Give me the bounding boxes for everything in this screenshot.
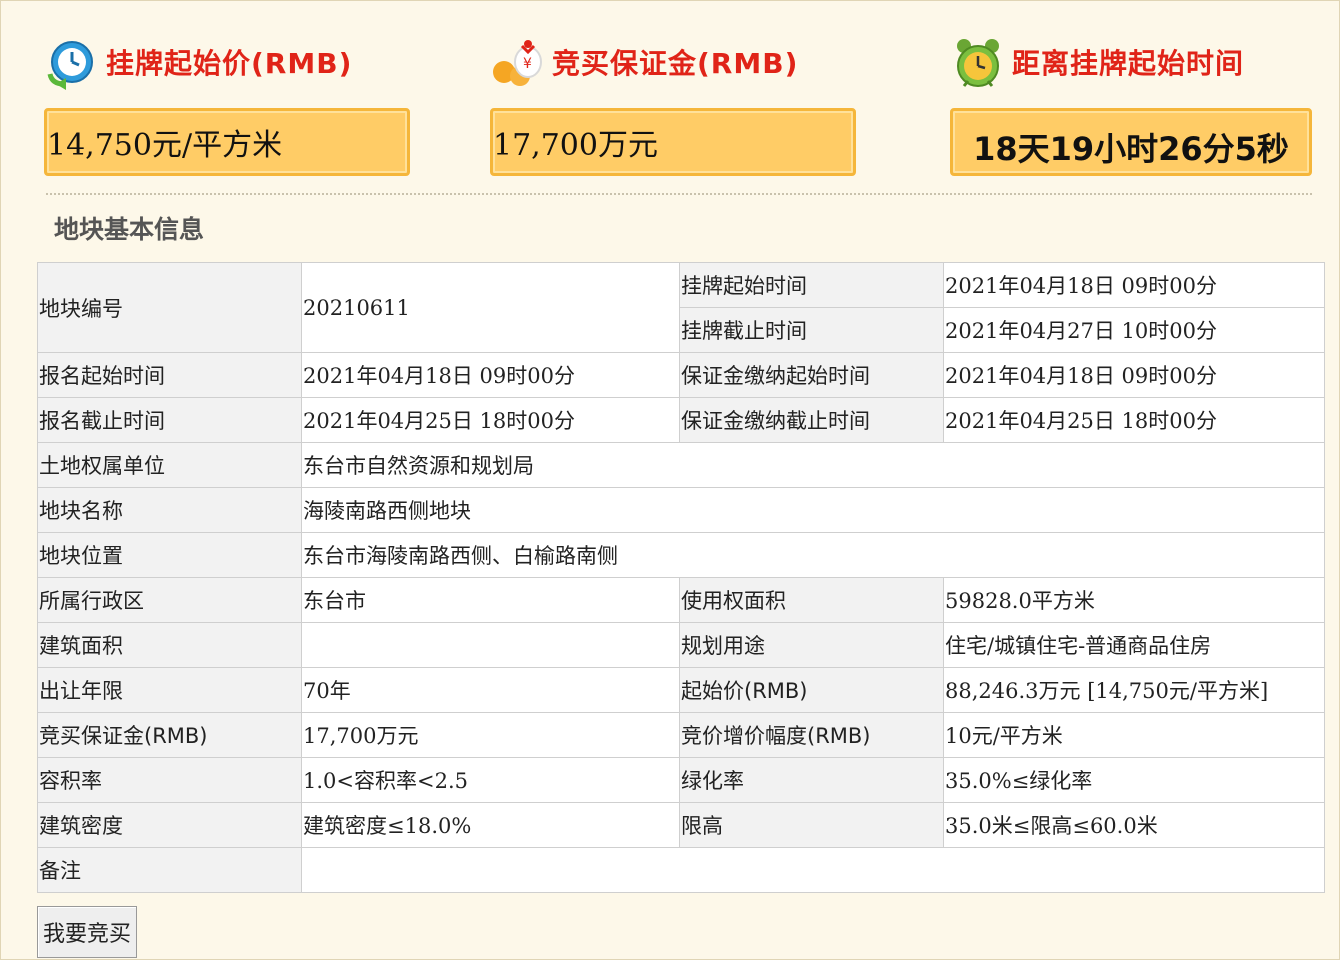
use-area-value: 59828.0平方米 [943, 577, 1325, 623]
start-price-card: 挂牌起始价(RMB) 14,750元/平方米 [44, 30, 410, 176]
district-value: 东台市 [301, 577, 680, 623]
alarm-clock-icon [957, 39, 999, 87]
countdown-card: 距离挂牌起始时间 18天19小时26分5秒 [950, 30, 1312, 176]
district-label: 所属行政区 [37, 577, 302, 623]
remarks-value [301, 847, 1325, 893]
name-value: 海陵南路西侧地块 [301, 487, 1325, 533]
table-row: 备注 [37, 847, 1325, 893]
deposit-row-value: 17,700万元 [301, 712, 680, 758]
far-label: 容积率 [37, 757, 302, 803]
table-row: 容积率 1.0<容积率<2.5 绿化率 35.0%≤绿化率 [37, 757, 1325, 803]
start-price-label: 挂牌起始价(RMB) [106, 47, 353, 80]
reg-end-label: 报名截止时间 [37, 397, 302, 443]
money-bag-icon: ¥ [493, 40, 542, 86]
bid-button[interactable]: 我要竞买 [37, 906, 137, 958]
table-row: 地块名称 海陵南路西侧地块 [37, 487, 1325, 533]
listing-start-label: 挂牌起始时间 [679, 262, 944, 308]
density-label: 建筑密度 [37, 802, 302, 848]
countdown-label: 距离挂牌起始时间 [1012, 47, 1245, 80]
parcel-no-label: 地块编号 [37, 262, 302, 353]
deposit-card: ¥ 竞买保证金(RMB) 17,700万元 [490, 30, 856, 176]
green-value: 35.0%≤绿化率 [943, 757, 1325, 803]
table-row: 所属行政区 东台市 使用权面积 59828.0平方米 [37, 577, 1325, 623]
increment-label: 竞价增价幅度(RMB) [679, 712, 944, 758]
dotted-divider [46, 193, 1312, 195]
reg-start-label: 报名起始时间 [37, 352, 302, 398]
location-label: 地块位置 [37, 532, 302, 578]
deposit-start-label: 保证金缴纳起始时间 [679, 352, 944, 398]
location-value: 东台市海陵南路西侧、白榆路南侧 [301, 532, 1325, 578]
start-price-row-value: 88,246.3万元 [14,750元/平方米] [943, 667, 1325, 713]
section-title: 地块基本信息 [54, 215, 205, 244]
table-row: 地块位置 东台市海陵南路西侧、白榆路南侧 [37, 532, 1325, 578]
green-label: 绿化率 [679, 757, 944, 803]
reg-end-value: 2021年04月25日 18时00分 [301, 397, 680, 443]
name-label: 地块名称 [37, 487, 302, 533]
table-row: 报名起始时间 2021年04月18日 09时00分 保证金缴纳起始时间 2021… [37, 352, 1325, 398]
countdown-value: 18天19小时26分5秒 [950, 108, 1312, 176]
table-row: 建筑面积 规划用途 住宅/城镇住宅-普通商品住房 [37, 622, 1325, 668]
deposit-row-label: 竞买保证金(RMB) [37, 712, 302, 758]
deposit-label: 竞买保证金(RMB) [552, 47, 799, 80]
build-area-label: 建筑面积 [37, 622, 302, 668]
far-value: 1.0<容积率<2.5 [301, 757, 680, 803]
parcel-info-table: 地块编号 20210611 挂牌起始时间 2021年04月18日 09时00分 … [37, 262, 1325, 893]
parcel-no-value: 20210611 [301, 262, 680, 353]
term-value: 70年 [301, 667, 680, 713]
listing-start-value: 2021年04月18日 09时00分 [943, 262, 1325, 308]
table-row: 土地权属单位 东台市自然资源和规划局 [37, 442, 1325, 488]
deposit-value: 17,700万元 [490, 108, 856, 176]
clock-refresh-icon [47, 41, 93, 90]
table-row: 报名截止时间 2021年04月25日 18时00分 保证金缴纳截止时间 2021… [37, 397, 1325, 443]
start-price-row-label: 起始价(RMB) [679, 667, 944, 713]
remarks-label: 备注 [37, 847, 302, 893]
height-label: 限高 [679, 802, 944, 848]
listing-end-value: 2021年04月27日 10时00分 [943, 307, 1325, 353]
height-value: 35.0米≤限高≤60.0米 [943, 802, 1325, 848]
table-row: 建筑密度 建筑密度≤18.0% 限高 35.0米≤限高≤60.0米 [37, 802, 1325, 848]
summary-panel: 挂牌起始价(RMB) 14,750元/平方米 ¥ 竞买保证金(RMB) 17,7… [0, 0, 1340, 200]
increment-value: 10元/平方米 [943, 712, 1325, 758]
table-row: 出让年限 70年 起始价(RMB) 88,246.3万元 [14,750元/平方… [37, 667, 1325, 713]
owner-label: 土地权属单位 [37, 442, 302, 488]
use-area-label: 使用权面积 [679, 577, 944, 623]
deposit-end-value: 2021年04月25日 18时00分 [943, 397, 1325, 443]
listing-end-label: 挂牌截止时间 [679, 307, 944, 353]
start-price-value: 14,750元/平方米 [44, 108, 410, 176]
planned-use-value: 住宅/城镇住宅-普通商品住房 [943, 622, 1325, 668]
table-row: 地块编号 20210611 挂牌起始时间 2021年04月18日 09时00分 [37, 262, 1325, 353]
svg-text:¥: ¥ [523, 56, 532, 72]
table-row: 竞买保证金(RMB) 17,700万元 竞价增价幅度(RMB) 10元/平方米 [37, 712, 1325, 758]
term-label: 出让年限 [37, 667, 302, 713]
planned-use-label: 规划用途 [679, 622, 944, 668]
owner-value: 东台市自然资源和规划局 [301, 442, 1325, 488]
deposit-end-label: 保证金缴纳截止时间 [679, 397, 944, 443]
density-value: 建筑密度≤18.0% [301, 802, 680, 848]
deposit-start-value: 2021年04月18日 09时00分 [943, 352, 1325, 398]
reg-start-value: 2021年04月18日 09时00分 [301, 352, 680, 398]
build-area-value [301, 622, 680, 668]
